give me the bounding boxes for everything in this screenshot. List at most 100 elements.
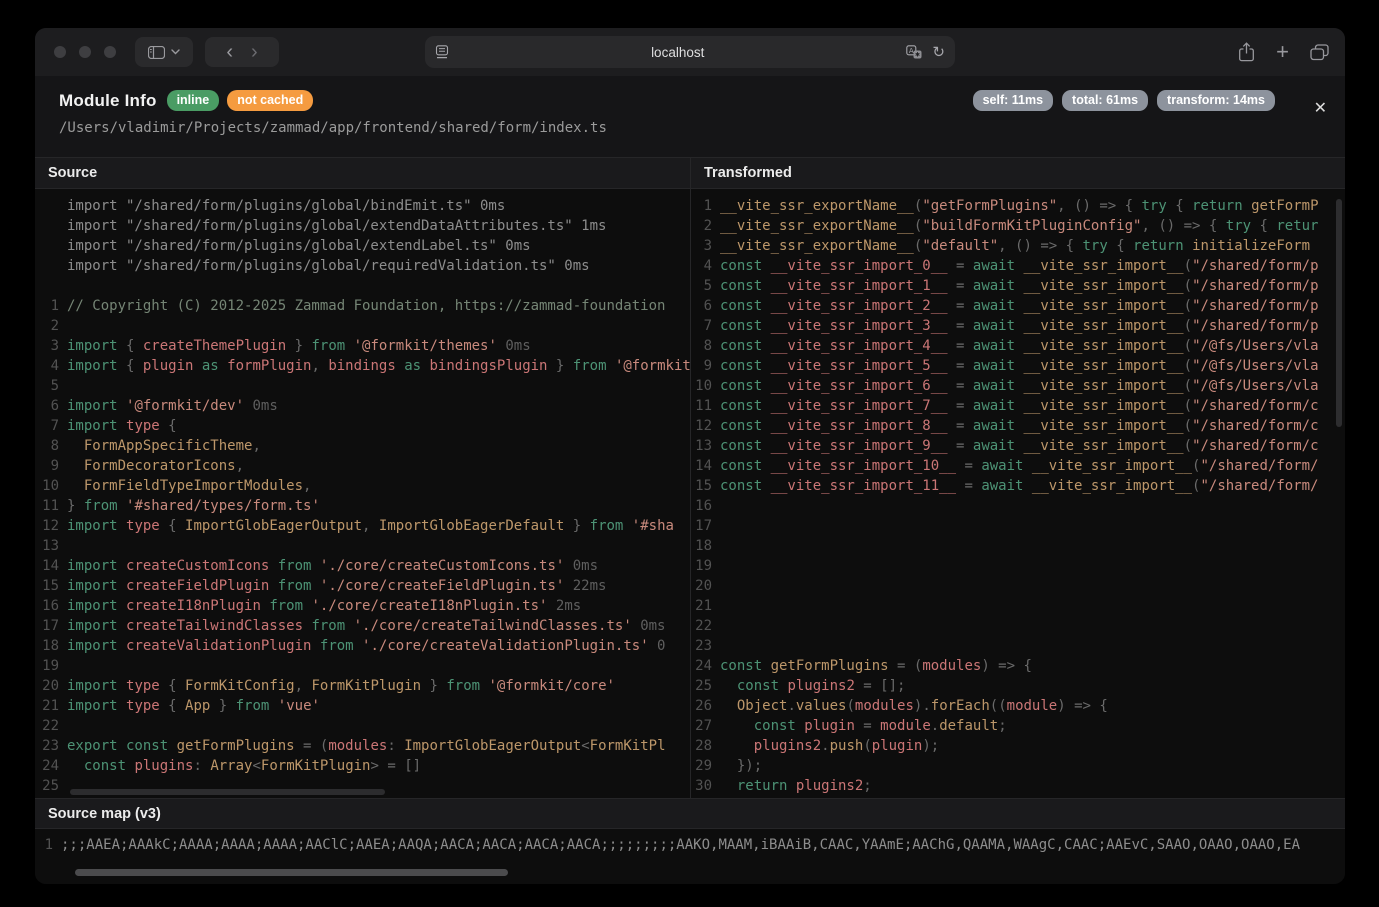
address-bar[interactable]: localhost A ✱ ↻ [425,36,955,68]
close-window-button[interactable] [54,46,66,58]
sourcemap-title: Source map (v3) [35,798,1345,829]
share-icon[interactable] [1238,42,1255,62]
line-number: 1 [691,196,712,216]
line-number: 20 [35,676,59,696]
code-line: 16import createI18nPlugin from './core/c… [35,596,690,616]
code-line: import "/shared/form/plugins/global/exte… [35,216,690,236]
sourcemap-view[interactable]: 1;;;AAEA;AAAkC;AAAA;AAAA;AAAA;AAClC;AAEA… [35,829,1345,884]
line-number: 16 [691,496,712,516]
code-line: import "/shared/form/plugins/global/exte… [35,236,690,256]
source-code-view[interactable]: import "/shared/form/plugins/global/bind… [35,189,690,798]
code-line: 22 [691,616,1345,636]
svg-text:A: A [909,47,914,55]
page-title: Module Info [59,91,157,111]
code-line: 25 const plugins2 = []; [691,676,1345,696]
transformed-code-view[interactable]: 1__vite_ssr_exportName__("getFormPlugins… [691,189,1345,798]
line-number: 16 [35,596,59,616]
code-line: 20 [691,576,1345,596]
code-line: 5 [35,376,690,396]
code-line: 15const __vite_ssr_import_11__ = await _… [691,476,1345,496]
line-number: 9 [691,356,712,376]
code-line: 14const __vite_ssr_import_10__ = await _… [691,456,1345,476]
forward-icon[interactable]: › [251,42,258,62]
code-line: 11} from '#shared/types/form.ts' [35,496,690,516]
code-line: 10 FormFieldTypeImportModules, [35,476,690,496]
code-line: 21import type { App } from 'vue' [35,696,690,716]
line-number: 1 [35,835,53,855]
code-line: 16 [691,496,1345,516]
code-line: 30 return plugins2; [691,776,1345,796]
reader-icon[interactable] [435,45,449,59]
code-line: 6import '@formkit/dev' 0ms [35,396,690,416]
line-number: 11 [691,396,712,416]
line-number: 4 [35,356,59,376]
line-number: 28 [691,736,712,756]
horizontal-scrollbar[interactable] [75,869,508,876]
timing-badge: transform: 14ms [1157,90,1275,111]
browser-titlebar: ‹ › localhost A ✱ [35,28,1345,76]
new-tab-icon[interactable]: + [1276,41,1289,63]
close-icon[interactable]: ✕ [1314,98,1327,118]
reload-icon[interactable]: ↻ [932,45,945,60]
sidebar-icon [148,46,165,59]
translate-icon[interactable]: A ✱ [906,45,922,59]
line-number: 24 [691,656,712,676]
line-number: 8 [691,336,712,356]
window-controls [54,46,116,58]
horizontal-scrollbar[interactable] [70,789,385,795]
line-number: 10 [35,476,59,496]
line-number: 6 [691,296,712,316]
minimize-window-button[interactable] [79,46,91,58]
source-panel-title: Source [35,158,690,189]
code-line: 21 [691,596,1345,616]
code-line: 10const __vite_ssr_import_6__ = await __… [691,376,1345,396]
line-number: 12 [35,516,59,536]
line-number: 2 [691,216,712,236]
code-line: 12import type { ImportGlobEagerOutput, I… [35,516,690,536]
line-number: 1 [35,296,59,316]
code-line: 19 [691,556,1345,576]
line-number: 20 [691,576,712,596]
line-number: 3 [35,336,59,356]
timing-badges: self: 11mstotal: 61mstransform: 14ms [973,90,1275,111]
code-panels: Source import "/shared/form/plugins/glob… [35,157,1345,798]
code-line: 24const getFormPlugins = (modules) => { [691,656,1345,676]
line-number: 13 [691,436,712,456]
code-line [35,276,690,296]
line-number: 2 [35,316,59,336]
zoom-window-button[interactable] [104,46,116,58]
status-badge: not cached [227,90,313,111]
url-text[interactable]: localhost [449,45,906,60]
code-line: 23export const getFormPlugins = (modules… [35,736,690,756]
vertical-scrollbar[interactable] [1336,199,1342,427]
line-number: 26 [691,696,712,716]
back-icon[interactable]: ‹ [226,42,233,62]
code-line: 18import createValidationPlugin from './… [35,636,690,656]
line-number: 17 [35,616,59,636]
line-number [35,276,59,296]
line-number: 6 [35,396,59,416]
line-number: 19 [691,556,712,576]
code-line: 26 Object.values(modules).forEach((modul… [691,696,1345,716]
line-number: 29 [691,756,712,776]
tab-overview-icon[interactable] [1310,44,1329,61]
code-line: 8 FormAppSpecificTheme, [35,436,690,456]
sidebar-toggle-button[interactable] [135,37,193,67]
code-line: 2__vite_ssr_exportName__("buildFormKitPl… [691,216,1345,236]
code-line: 4import { plugin as formPlugin, bindings… [35,356,690,376]
line-number: 15 [35,576,59,596]
line-number: 30 [691,776,712,796]
line-number: 25 [35,776,59,796]
line-number: 23 [35,736,59,756]
code-line: 5const __vite_ssr_import_1__ = await __v… [691,276,1345,296]
line-number: 19 [35,656,59,676]
line-number: 17 [691,516,712,536]
transformed-panel: Transformed 1__vite_ssr_exportName__("ge… [690,158,1345,798]
line-number: 10 [691,376,712,396]
code-line: 2 [35,316,690,336]
code-line: 20import type { FormKitConfig, FormKitPl… [35,676,690,696]
code-line: 3import { createThemePlugin } from '@for… [35,336,690,356]
code-line: 15import createFieldPlugin from './core/… [35,576,690,596]
code-line: 9 FormDecoratorIcons, [35,456,690,476]
code-line: 27 const plugin = module.default; [691,716,1345,736]
